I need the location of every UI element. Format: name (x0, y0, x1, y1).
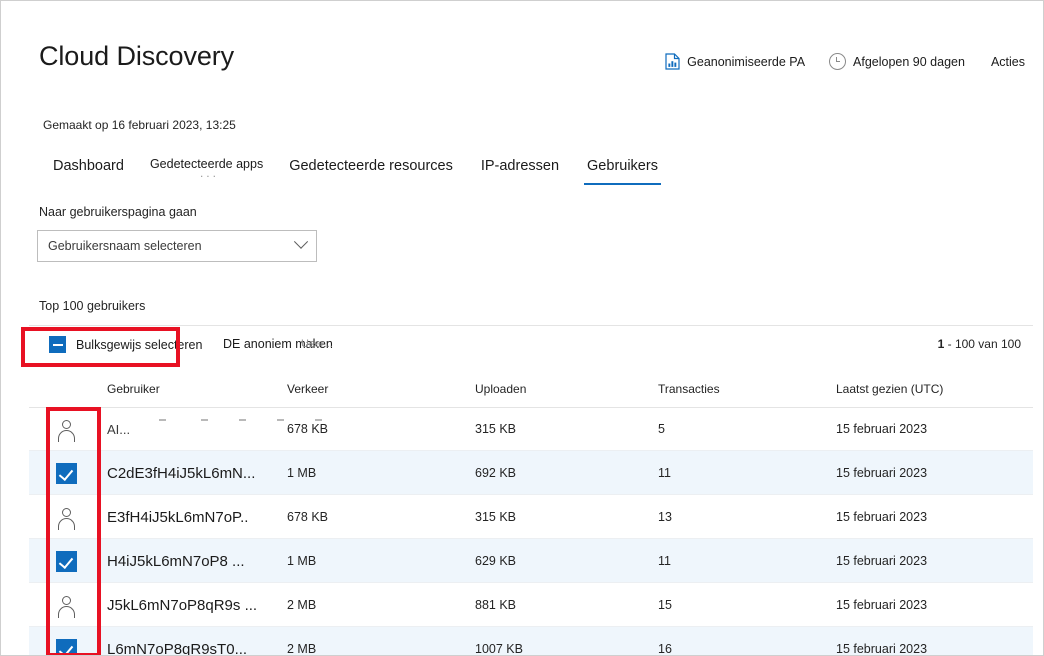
time-range-label: Afgelopen 90 dagen (853, 54, 965, 69)
cloud-discovery-page: Cloud Discovery Geanonimiseerde PA Afgel… (0, 0, 1044, 656)
tab-bar: Dashboard Gedetecteerde apps Gedetecteer… (39, 156, 672, 190)
chevron-down-icon (293, 234, 309, 249)
pagination-count-current: 1 (937, 337, 945, 351)
bulk-select-label: Bulksgewijs selecteren (76, 337, 203, 352)
cell-transactions: 15 (658, 598, 672, 612)
cell-last-seen: 15 februari 2023 (836, 598, 928, 612)
column-header-traffic[interactable]: Verkeer (287, 382, 328, 396)
cell-uploads: 315 KB (475, 510, 517, 524)
bulk-select-button[interactable]: Bulksgewijs selecteren (49, 336, 202, 353)
column-header-user[interactable]: Gebruiker (107, 382, 160, 396)
table-row[interactable]: J5kL6mN7oP8qR9s ... 2 MB 881 KB 15 15 fe… (29, 583, 1033, 627)
pagination-count-total: - 100 van 100 (947, 337, 1021, 351)
header-actions: Geanonimiseerde PA Afgelopen 90 dagen Ac… (653, 53, 1025, 70)
cell-last-seen: 15 februari 2023 (836, 642, 928, 656)
cell-traffic: 1 MB (287, 554, 317, 568)
row-select-cell[interactable] (29, 407, 103, 451)
row-checkbox-checked-icon[interactable] (55, 462, 77, 484)
cell-traffic: 1 MB (287, 466, 317, 480)
pagination-count: 1 - 100 van 100 (938, 337, 1021, 351)
cell-transactions: 13 (658, 510, 672, 524)
anonymize-ghost-label: User... (301, 338, 333, 350)
cell-traffic: 2 MB (287, 642, 317, 656)
cell-user: H4iJ5kL6mN7oP8 ... (107, 552, 245, 570)
actions-menu-button[interactable]: Acties (977, 55, 1025, 69)
column-header-last-seen[interactable]: Laatst gezien (UTC) (836, 382, 943, 396)
table-body: AI... 678 KB 315 KB 5 15 februari 2023 C… (29, 407, 1033, 655)
cell-user: J5kL6mN7oP8qR9s ... (107, 596, 258, 614)
table-row[interactable]: C2dE3fH4iJ5kL6mN... 1 MB 692 KB 11 15 fe… (29, 451, 1033, 495)
tab-users[interactable]: Gebruikers (573, 156, 672, 185)
table-command-bar: Bulksgewijs selecteren DE anoniem maken … (29, 325, 1033, 364)
cell-transactions: 5 (658, 422, 665, 436)
row-select-cell[interactable] (29, 495, 103, 539)
cell-last-seen: 15 februari 2023 (836, 466, 928, 480)
cell-traffic: 2 MB (287, 598, 317, 612)
row-select-cell[interactable] (29, 583, 103, 627)
cell-last-seen: 15 februari 2023 (836, 510, 928, 524)
cell-user: AI... (107, 421, 131, 437)
cell-traffic: 678 KB (287, 422, 329, 436)
person-icon[interactable] (56, 595, 76, 618)
table-row[interactable]: AI... 678 KB 315 KB 5 15 februari 2023 (29, 407, 1033, 451)
actions-menu-label: Acties (990, 54, 1025, 69)
row-select-cell[interactable] (29, 627, 103, 655)
cell-transactions: 11 (658, 466, 671, 480)
username-select-value: Gebruikersnaam selecteren (48, 239, 202, 253)
anonymized-report-button[interactable]: Geanonimiseerde PA (653, 53, 817, 70)
row-select-cell[interactable] (29, 451, 103, 495)
anonymized-report-label: Geanonimiseerde PA (687, 54, 806, 69)
goto-user-page-label: Naar gebruikerspagina gaan (39, 205, 197, 219)
row-checkbox-checked-icon[interactable] (55, 638, 77, 655)
table-header-row: Gebruiker Verkeer Uploaden Transacties L… (29, 379, 1033, 408)
list-title: Top 100 gebruikers (39, 299, 146, 313)
cell-uploads: 1007 KB (475, 642, 523, 656)
tab-ip-addresses[interactable]: IP-adressen (467, 156, 573, 176)
bulk-select-checkbox-icon[interactable] (49, 336, 66, 353)
clock-icon (829, 53, 847, 70)
person-icon[interactable] (56, 419, 76, 442)
cell-user: L6mN7oP8qR9sT0... (107, 640, 248, 656)
table-row[interactable]: E3fH4iJ5kL6mN7oP.. 678 KB 315 KB 13 15 f… (29, 495, 1033, 539)
page-title: Cloud Discovery (39, 41, 235, 71)
report-chart-icon (665, 53, 680, 70)
cell-last-seen: 15 februari 2023 (836, 554, 928, 568)
column-header-transactions[interactable]: Transacties (658, 382, 720, 396)
column-header-uploads[interactable]: Uploaden (475, 382, 526, 396)
created-timestamp: Gemaakt op 16 februari 2023, 13:25 (43, 118, 236, 132)
cell-user: C2dE3fH4iJ5kL6mN... (107, 464, 256, 482)
cell-transactions: 16 (658, 642, 672, 656)
table-row[interactable]: H4iJ5kL6mN7oP8 ... 1 MB 629 KB 11 15 feb… (29, 539, 1033, 583)
tab-discovered-resources[interactable]: Gedetecteerde resources (275, 156, 467, 176)
time-range-button[interactable]: Afgelopen 90 dagen (817, 53, 977, 70)
cell-user: E3fH4iJ5kL6mN7oP.. (107, 508, 249, 526)
person-icon[interactable] (56, 507, 76, 530)
cell-last-seen: 15 februari 2023 (836, 422, 928, 436)
cell-transactions: 11 (658, 554, 671, 568)
cell-uploads: 315 KB (475, 422, 517, 436)
row-checkbox-checked-icon[interactable] (55, 550, 77, 572)
cell-traffic: 678 KB (287, 510, 329, 524)
tab-discovered-apps[interactable]: Gedetecteerde apps (138, 156, 275, 181)
tab-dashboard[interactable]: Dashboard (39, 156, 138, 176)
row-select-cell[interactable] (29, 539, 103, 583)
cell-uploads: 692 KB (475, 466, 517, 480)
cell-uploads: 881 KB (475, 598, 517, 612)
cell-uploads: 629 KB (475, 554, 517, 568)
table-row[interactable]: L6mN7oP8qR9sT0... 2 MB 1007 KB 16 15 feb… (29, 627, 1033, 656)
username-select[interactable]: Gebruikersnaam selecteren (37, 230, 317, 262)
